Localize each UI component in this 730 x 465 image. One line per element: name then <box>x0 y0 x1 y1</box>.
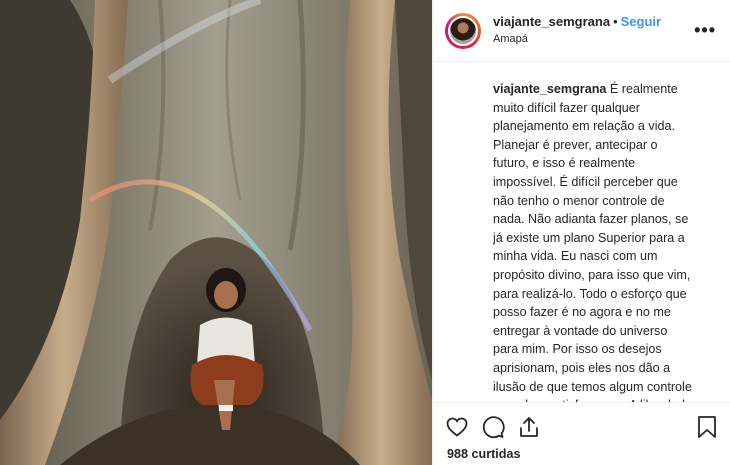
share-icon[interactable] <box>517 415 541 439</box>
username-link[interactable]: viajante_semgrana <box>493 14 610 29</box>
caption: viajante_semgrana É realmente muito difí… <box>433 62 730 402</box>
post-photo[interactable] <box>0 0 432 465</box>
likes-count[interactable]: 988 curtidas <box>447 447 521 461</box>
tree-trunk-photo <box>0 0 432 465</box>
post-header: viajante_semgrana • Seguir Amapá ••• <box>433 0 730 62</box>
separator-dot: • <box>613 14 618 29</box>
location-link[interactable]: Amapá <box>493 31 694 47</box>
avatar[interactable] <box>445 12 481 49</box>
comment-icon[interactable] <box>481 415 505 439</box>
action-icons <box>445 415 541 439</box>
avatar-image <box>448 15 478 46</box>
header-text: viajante_semgrana • Seguir Amapá <box>493 14 694 47</box>
ellipsis-icon[interactable]: ••• <box>694 20 716 41</box>
heart-icon[interactable] <box>445 415 469 439</box>
follow-button[interactable]: Seguir <box>621 14 661 29</box>
bookmark-icon[interactable] <box>696 415 718 439</box>
instagram-post: viajante_semgrana • Seguir Amapá ••• viaja… <box>0 0 730 465</box>
caption-text: É realmente muito difícil fazer qualquer… <box>493 82 692 402</box>
post-sidebar: viajante_semgrana • Seguir Amapá ••• viaja… <box>432 0 730 465</box>
caption-username[interactable]: viajante_semgrana <box>493 82 606 96</box>
actions-bar: 988 curtidas <box>433 402 730 465</box>
